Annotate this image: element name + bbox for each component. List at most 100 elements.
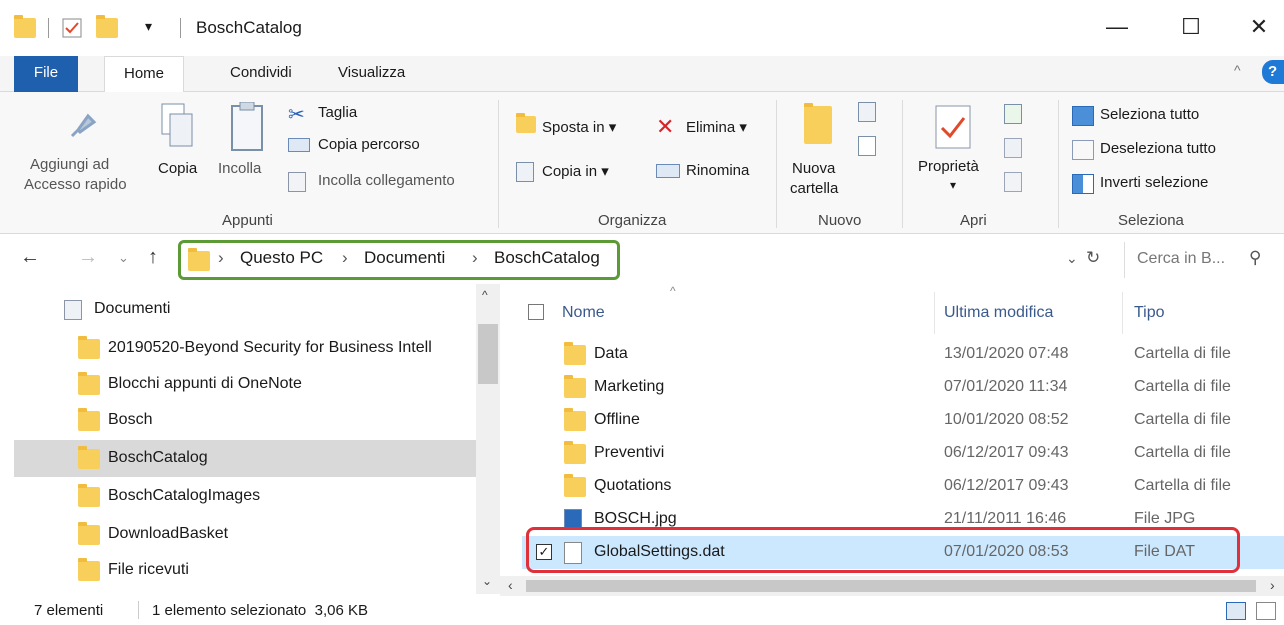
- up-arrow-icon[interactable]: ↑: [148, 246, 158, 269]
- scroll-right-icon[interactable]: ›: [1270, 577, 1275, 593]
- column-header-type[interactable]: Tipo: [1134, 304, 1165, 322]
- large-icons-view-icon[interactable]: [1256, 602, 1276, 620]
- search-box[interactable]: Cerca in B... ⚲: [1124, 242, 1284, 278]
- new-folder-label-2[interactable]: cartella: [790, 180, 838, 197]
- folder-icon: [78, 484, 100, 507]
- tab-view[interactable]: Visualizza: [322, 56, 421, 92]
- new-folder-label-1[interactable]: Nuova: [792, 160, 835, 177]
- close-button[interactable]: ✕: [1244, 12, 1274, 42]
- group-label-select: Seleziona: [1118, 212, 1184, 229]
- separator: [48, 18, 49, 38]
- group-separator: [1058, 100, 1059, 228]
- help-icon[interactable]: ?: [1262, 60, 1284, 84]
- recent-locations-icon[interactable]: ⌄: [118, 250, 129, 266]
- scroll-thumb[interactable]: [526, 580, 1256, 592]
- new-folder-quick-icon[interactable]: [96, 15, 118, 38]
- nav-item-selected[interactable]: BoschCatalog: [14, 440, 476, 477]
- select-all-checkbox[interactable]: [528, 304, 544, 320]
- nav-scrollbar[interactable]: ^ ⌄: [476, 284, 500, 594]
- paste-icon: [230, 101, 264, 156]
- delete-button[interactable]: Elimina ▾: [686, 118, 747, 136]
- move-to-icon: [516, 113, 536, 133]
- nav-item[interactable]: BoschCatalogImages: [14, 478, 476, 515]
- folder-icon: [564, 474, 586, 497]
- customize-quick-access-icon[interactable]: ▾: [145, 18, 152, 35]
- scroll-left-icon[interactable]: ‹: [508, 577, 513, 593]
- collapse-ribbon-icon[interactable]: ^: [1234, 62, 1241, 78]
- history-icon[interactable]: [1004, 172, 1022, 192]
- file-row[interactable]: Marketing 07/01/2020 11:34 Cartella di f…: [522, 371, 1284, 404]
- file-row[interactable]: Data 13/01/2020 07:48 Cartella di file: [522, 338, 1284, 371]
- selected-file-highlight: [526, 527, 1240, 573]
- move-to-button[interactable]: Sposta in ▾: [542, 118, 616, 136]
- properties-dropdown-arrow[interactable]: ▾: [950, 178, 956, 192]
- search-input[interactable]: Cerca in B...: [1137, 250, 1225, 268]
- tab-share[interactable]: Condividi: [214, 56, 308, 92]
- cut-button[interactable]: Taglia: [318, 104, 357, 121]
- nav-item[interactable]: DownloadBasket: [14, 516, 476, 553]
- nav-item[interactable]: 20190520-Beyond Security for Business In…: [14, 330, 476, 367]
- breadcrumb-boschcatalog[interactable]: BoschCatalog: [494, 248, 600, 268]
- search-icon: ⚲: [1249, 248, 1262, 267]
- horizontal-scrollbar[interactable]: ‹ ›: [500, 576, 1284, 596]
- select-all-button[interactable]: Seleziona tutto: [1100, 106, 1199, 123]
- copy-to-button[interactable]: Copia in ▾: [542, 162, 609, 180]
- folder-icon: [78, 522, 100, 545]
- minimize-button[interactable]: —: [1102, 12, 1132, 42]
- breadcrumb-documenti[interactable]: Documenti: [364, 248, 445, 268]
- copy-path-icon: [288, 138, 310, 152]
- copy-path-button[interactable]: Copia percorso: [318, 136, 420, 153]
- column-header-name[interactable]: Nome: [562, 304, 605, 322]
- separator: [180, 18, 181, 38]
- ribbon: Aggiungi ad Accesso rapido Copia Incolla…: [0, 92, 1284, 234]
- new-item-icon[interactable]: [858, 102, 876, 122]
- maximize-button[interactable]: ☐: [1176, 12, 1206, 42]
- select-none-button[interactable]: Deseleziona tutto: [1100, 140, 1216, 157]
- properties-button[interactable]: Proprietà: [918, 158, 979, 175]
- group-separator: [776, 100, 777, 228]
- edit-icon[interactable]: [1004, 138, 1022, 158]
- group-label-organize: Organizza: [598, 212, 667, 229]
- invert-selection-icon: [1072, 174, 1094, 194]
- copy-button[interactable]: Copia: [158, 160, 197, 177]
- back-arrow-icon[interactable]: ←: [20, 246, 40, 269]
- new-folder-icon: [804, 103, 832, 144]
- paste-button[interactable]: Incolla: [218, 160, 261, 177]
- nav-item[interactable]: Bosch: [14, 402, 476, 439]
- forward-arrow-icon[interactable]: →: [78, 246, 98, 269]
- navigation-pane: Documenti 20190520-Beyond Security for B…: [0, 284, 500, 594]
- invert-selection-button[interactable]: Inverti selezione: [1100, 174, 1208, 191]
- scroll-up-icon[interactable]: ^: [482, 288, 488, 302]
- paste-shortcut-icon: [288, 172, 306, 192]
- breadcrumb-separator: ›: [342, 248, 348, 267]
- breadcrumb-questo-pc[interactable]: Questo PC: [240, 248, 323, 268]
- column-header-modified[interactable]: Ultima modifica: [944, 304, 1053, 322]
- pin-icon: [68, 108, 100, 144]
- easy-access-icon[interactable]: [858, 136, 876, 156]
- group-separator: [498, 100, 499, 228]
- open-icon[interactable]: [1004, 104, 1022, 124]
- file-row[interactable]: Offline 10/01/2020 08:52 Cartella di fil…: [522, 404, 1284, 437]
- window-title: BoschCatalog: [196, 18, 302, 37]
- details-view-icon[interactable]: [1226, 602, 1246, 620]
- status-separator: [138, 601, 139, 619]
- column-divider[interactable]: [934, 292, 935, 334]
- tab-home[interactable]: Home: [104, 56, 184, 93]
- pin-quick-access-label-1[interactable]: Aggiungi ad: [30, 156, 109, 173]
- pin-quick-access-label-2[interactable]: Accesso rapido: [24, 176, 127, 193]
- scroll-thumb[interactable]: [478, 324, 498, 384]
- refresh-icon[interactable]: ↻: [1086, 248, 1100, 268]
- rename-button[interactable]: Rinomina: [686, 162, 749, 179]
- nav-root-documenti[interactable]: Documenti: [94, 300, 170, 318]
- file-row[interactable]: Quotations 06/12/2017 09:43 Cartella di …: [522, 470, 1284, 503]
- scroll-down-icon[interactable]: ⌄: [482, 574, 492, 588]
- folder-icon: [78, 558, 100, 581]
- column-divider[interactable]: [1122, 292, 1123, 334]
- nav-item[interactable]: Blocchi appunti di OneNote: [14, 366, 476, 403]
- paste-shortcut-button[interactable]: Incolla collegamento: [318, 172, 455, 189]
- nav-item[interactable]: File ricevuti: [14, 552, 476, 589]
- file-row[interactable]: Preventivi 06/12/2017 09:43 Cartella di …: [522, 437, 1284, 470]
- properties-quick-icon[interactable]: [62, 18, 82, 38]
- tab-file[interactable]: File: [14, 56, 78, 92]
- address-dropdown-icon[interactable]: ⌄: [1066, 250, 1078, 267]
